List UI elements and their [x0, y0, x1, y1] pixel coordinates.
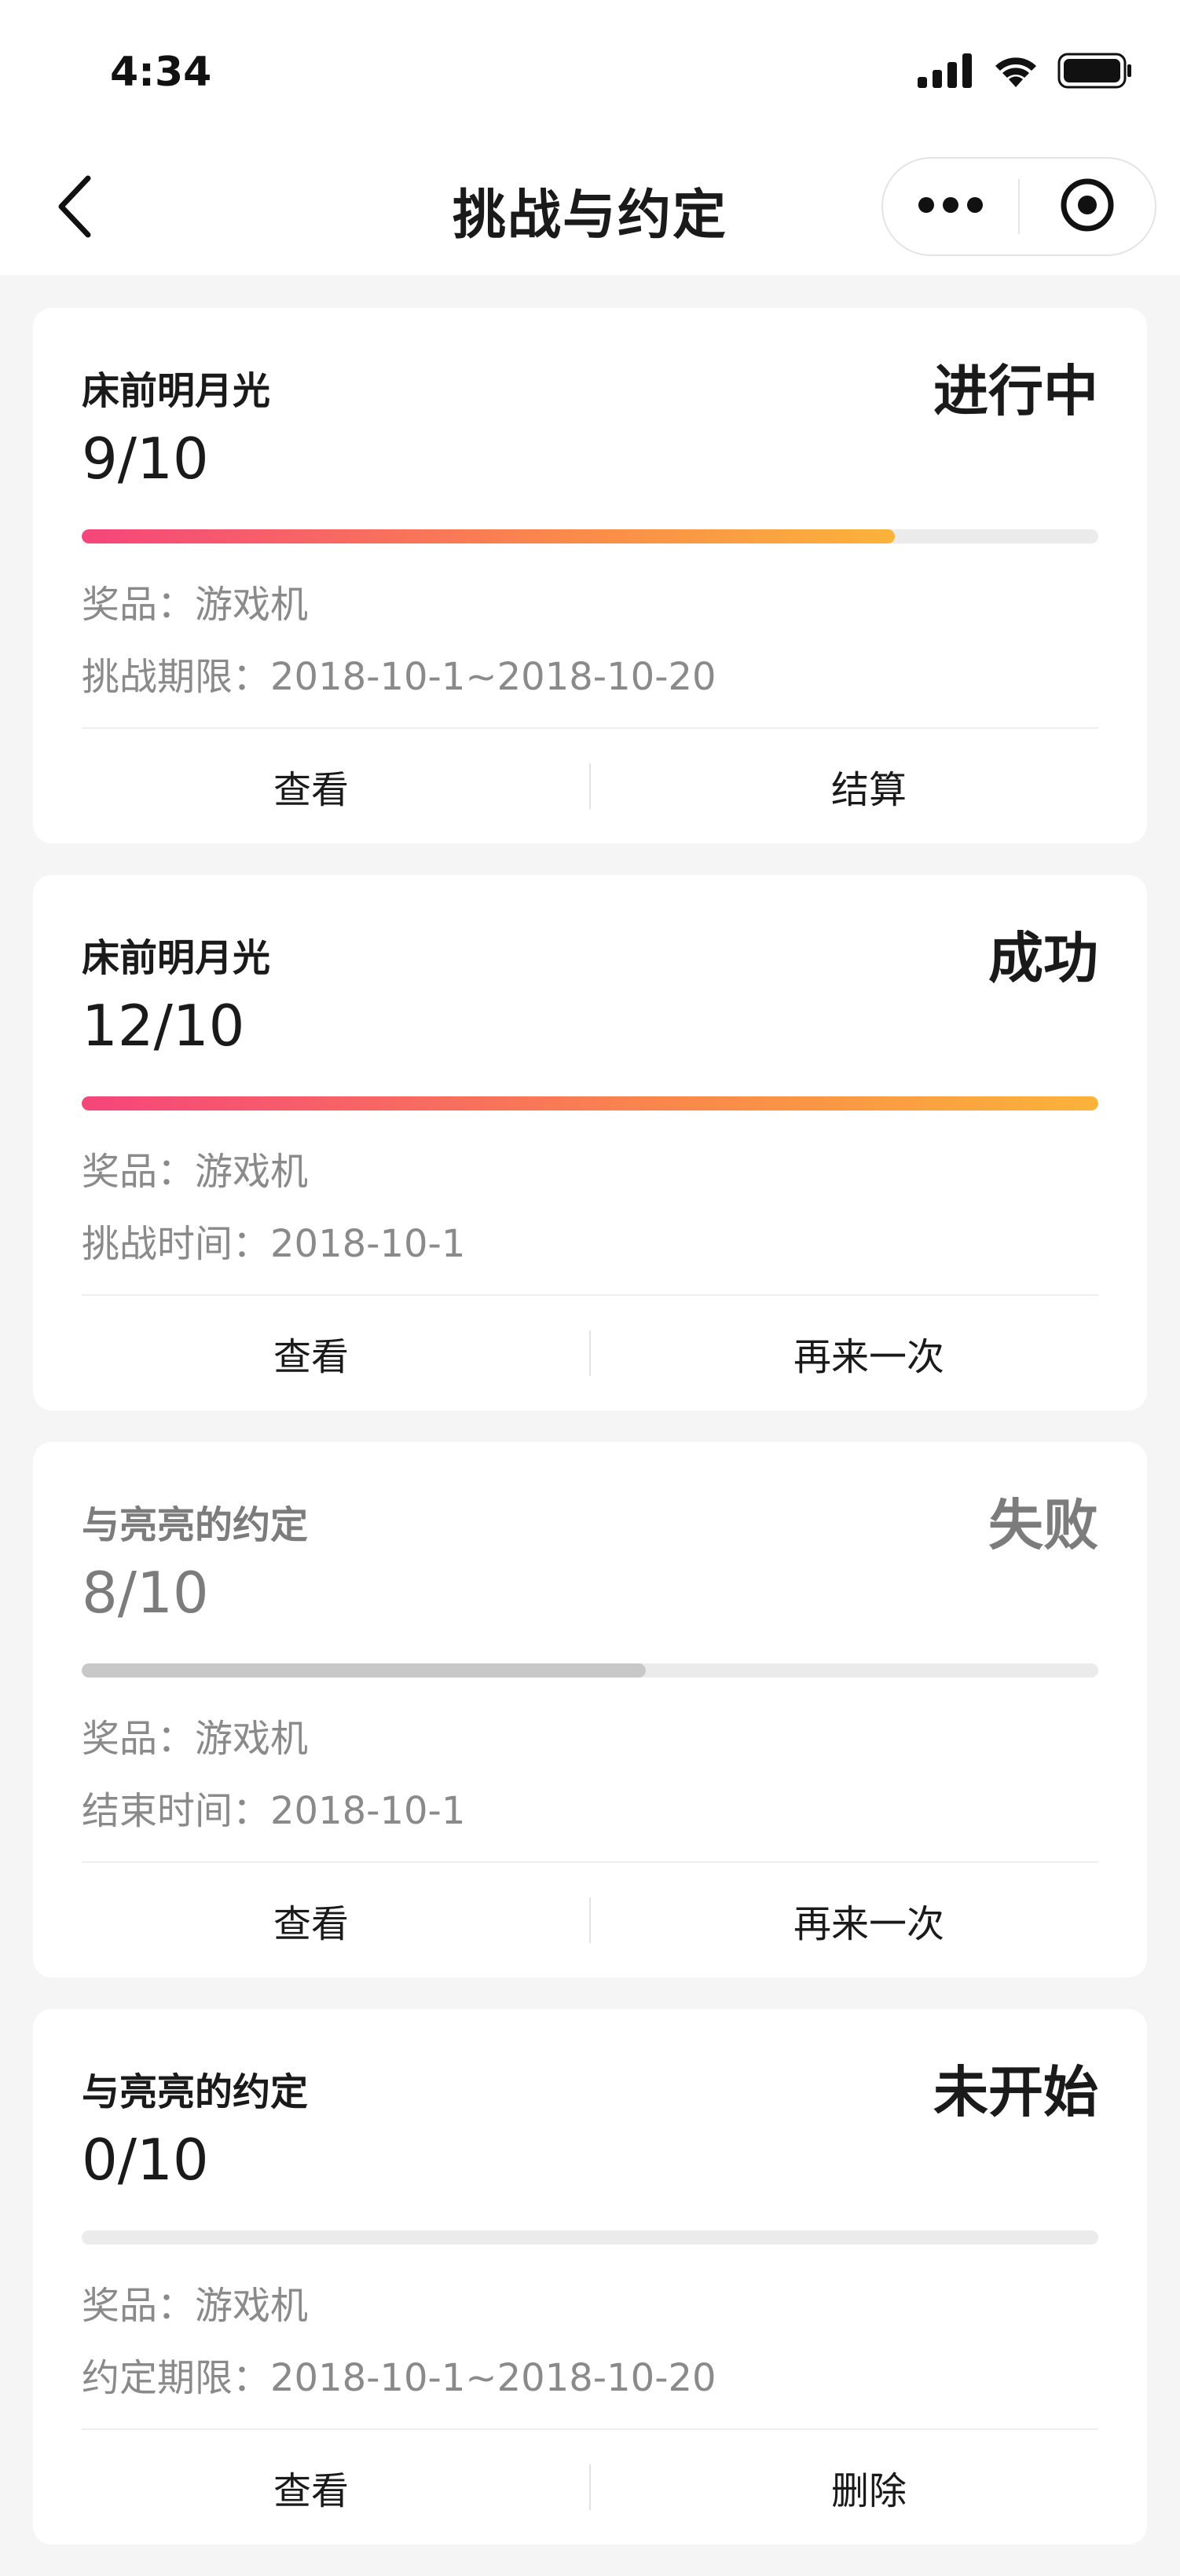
- progress-track: [82, 1096, 1098, 1111]
- card-date: 结束时间：2018-10-1: [82, 1789, 466, 1833]
- card-date: 约定期限：2018-10-1~2018-10-20: [82, 2356, 716, 2400]
- card-status: 进行中: [933, 359, 1098, 423]
- more-dots-icon: [918, 196, 984, 217]
- miniprogram-capsule: [881, 157, 1156, 256]
- status-icons: [918, 49, 1133, 96]
- view-button[interactable]: 查看: [33, 1326, 589, 1381]
- card-name: 与亮亮的约定: [82, 2070, 309, 2114]
- settle-button[interactable]: 结算: [591, 759, 1147, 814]
- view-button[interactable]: 查看: [33, 1893, 589, 1948]
- navigation-bar: 挑战与约定: [0, 141, 1180, 275]
- card-prize: 奖品：游戏机: [82, 1717, 309, 1761]
- target-close-icon: [1059, 177, 1116, 236]
- progress-fill: [82, 1663, 647, 1678]
- card-progress-text: 9/10: [82, 426, 209, 492]
- progress-track: [82, 2230, 1098, 2245]
- card-date: 挑战期限：2018-10-1~2018-10-20: [82, 655, 716, 699]
- challenge-card: 与亮亮的约定 未开始 0/10 奖品：游戏机 约定期限：2018-10-1~20…: [33, 2009, 1147, 2545]
- progress-fill: [82, 1096, 1098, 1111]
- card-prize: 奖品：游戏机: [82, 583, 309, 627]
- status-time: 4:34: [110, 49, 212, 96]
- card-name: 与亮亮的约定: [82, 1503, 309, 1547]
- card-actions: 查看 删除: [33, 2430, 1147, 2545]
- challenge-card: 床前明月光 进行中 9/10 奖品：游戏机 挑战期限：2018-10-1~201…: [33, 308, 1147, 843]
- view-button[interactable]: 查看: [33, 2460, 589, 2515]
- retry-button[interactable]: 再来一次: [591, 1893, 1147, 1948]
- progress-track: [82, 1663, 1098, 1678]
- cellular-signal-icon: [918, 53, 974, 91]
- challenge-list: 床前明月光 进行中 9/10 奖品：游戏机 挑战期限：2018-10-1~201…: [33, 308, 1147, 2576]
- retry-button[interactable]: 再来一次: [591, 1326, 1147, 1381]
- progress-track: [82, 529, 1098, 543]
- card-name: 床前明月光: [82, 936, 271, 980]
- card-prize: 奖品：游戏机: [82, 1150, 309, 1194]
- close-miniprogram-button[interactable]: [1020, 159, 1155, 254]
- more-button[interactable]: [883, 159, 1018, 254]
- wifi-icon: [991, 53, 1040, 92]
- card-status: 成功: [988, 926, 1098, 990]
- card-actions: 查看 再来一次: [33, 1863, 1147, 1978]
- delete-button[interactable]: 删除: [591, 2460, 1147, 2515]
- card-actions: 查看 结算: [33, 729, 1147, 843]
- challenge-card: 床前明月光 成功 12/10 奖品：游戏机 挑战时间：2018-10-1 查看 …: [33, 875, 1147, 1411]
- card-progress-text: 0/10: [82, 2127, 209, 2193]
- view-button[interactable]: 查看: [33, 759, 589, 814]
- card-progress-text: 8/10: [82, 1560, 209, 1626]
- progress-fill: [82, 529, 896, 543]
- card-prize: 奖品：游戏机: [82, 2284, 309, 2328]
- card-status: 失败: [988, 1493, 1098, 1557]
- card-name: 床前明月光: [82, 369, 271, 413]
- card-actions: 查看 再来一次: [33, 1296, 1147, 1411]
- card-status: 未开始: [933, 2060, 1098, 2124]
- battery-icon: [1057, 53, 1133, 92]
- challenge-card: 与亮亮的约定 失败 8/10 奖品：游戏机 结束时间：2018-10-1 查看 …: [33, 1442, 1147, 1978]
- card-date: 挑战时间：2018-10-1: [82, 1222, 466, 1266]
- card-progress-text: 12/10: [82, 993, 245, 1059]
- status-bar: 4:34: [0, 0, 1180, 141]
